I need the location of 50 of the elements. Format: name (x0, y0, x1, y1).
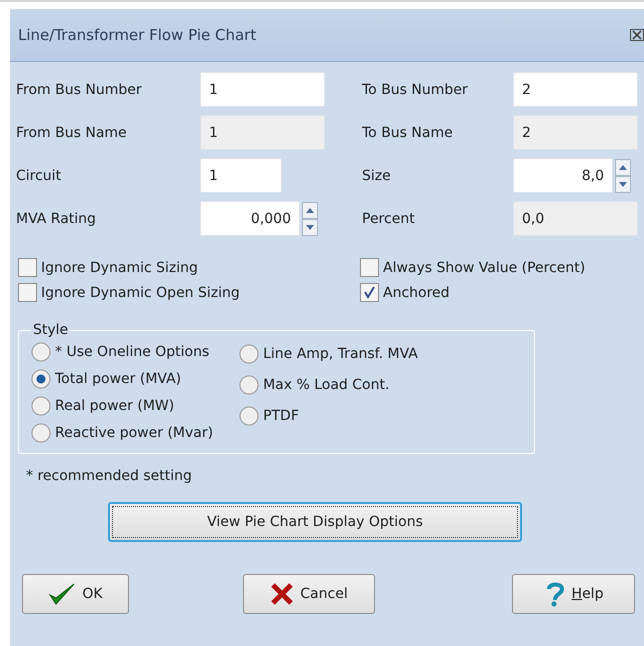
radio-label: Line Amp, Transf. MVA (263, 346, 418, 362)
radio-button[interactable] (239, 374, 260, 394)
radio-button[interactable] (239, 406, 260, 426)
note-text: * recommended setting (26, 468, 193, 484)
input-field[interactable]: 1 (200, 158, 282, 193)
cross-icon (270, 583, 294, 605)
field-label: To Bus Name (362, 124, 454, 140)
field-label: From Bus Name (16, 124, 128, 140)
checkbox-label: Anchored (383, 284, 450, 300)
readonly-field: 1 (200, 115, 325, 150)
field-label: Size (362, 168, 392, 184)
checkbox[interactable] (360, 283, 379, 302)
radio-label: Max % Load Cont. (263, 376, 390, 392)
input-field[interactable]: 1 (200, 72, 325, 107)
spinner-icon[interactable] (615, 158, 631, 192)
radio-button[interactable] (31, 423, 51, 444)
radio-button[interactable] (31, 342, 51, 362)
field-label: To Bus Number (362, 82, 469, 98)
radio-button[interactable] (31, 368, 51, 389)
group-title: Style (32, 322, 70, 338)
checkbox[interactable] (18, 283, 37, 302)
checkbox-label: Ignore Dynamic Sizing (41, 260, 198, 276)
checkbox[interactable] (18, 258, 37, 277)
input-field[interactable]: 2 (513, 72, 638, 107)
radio-label: PTDF (263, 408, 299, 424)
radio-label: * Use Oneline Options (55, 344, 210, 360)
readonly-field: 2 (513, 115, 638, 150)
checkmark-icon (48, 582, 76, 606)
input-field[interactable]: 0,000 (200, 201, 300, 236)
input-field[interactable]: 8,0 (513, 158, 613, 193)
radio-label: Real power (MW) (55, 398, 174, 414)
close-icon[interactable] (630, 29, 644, 41)
radio-button[interactable] (239, 344, 260, 364)
checkbox-label: Ignore Dynamic Open Sizing (41, 284, 240, 300)
spinner-icon[interactable] (302, 202, 318, 236)
help-button[interactable]: Help (512, 574, 635, 614)
options-button[interactable]: View Pie Chart Display Options (108, 502, 522, 542)
checkbox[interactable] (360, 258, 379, 277)
field-label: MVA Rating (16, 210, 97, 226)
radio-label: Total power (MVA) (55, 370, 182, 387)
checkbox-label: Always Show Value (Percent) (383, 260, 586, 276)
ok-button[interactable]: OK (22, 574, 129, 614)
readonly-field: 0,0 (513, 201, 638, 236)
field-label: Percent (362, 210, 416, 226)
window-title: Line/Transformer Flow Pie Chart (18, 26, 256, 44)
field-label: From Bus Number (16, 82, 143, 98)
cancel-button[interactable]: Cancel (243, 574, 375, 614)
radio-button[interactable] (31, 396, 51, 416)
field-label: Circuit (16, 168, 62, 184)
radio-label: Reactive power (Mvar) (55, 425, 214, 442)
